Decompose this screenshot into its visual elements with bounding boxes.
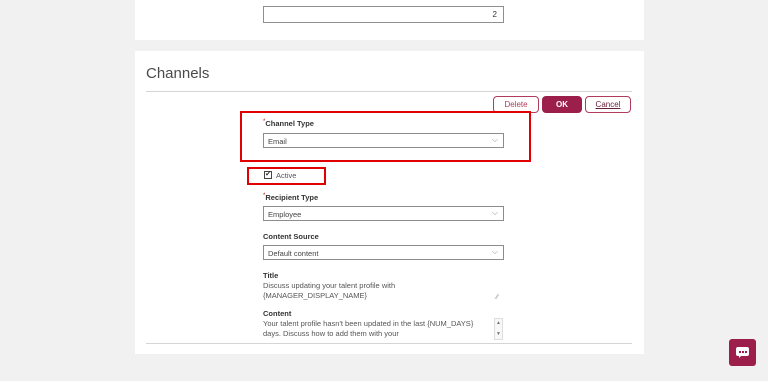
recipient-type-value: Employee (268, 210, 302, 219)
content-source-label: Content Source (263, 232, 319, 241)
chevron-down-icon: ⌵ (491, 208, 498, 217)
ok-button[interactable]: OK (542, 96, 582, 113)
content-source-value: Default content (268, 249, 319, 258)
channel-type-highlight (240, 111, 531, 162)
active-highlight (247, 167, 326, 185)
section-title: Channels (146, 65, 210, 82)
recipient-type-select[interactable]: Employee ⌵ (263, 206, 504, 221)
content-label: Content (263, 309, 292, 318)
section-bottom-divider (146, 343, 632, 344)
content-source-select[interactable]: Default content ⌵ (263, 245, 504, 260)
recipient-type-label: *Recipient Type (263, 193, 318, 202)
content-scrollbar[interactable]: ▲ ▼ (494, 318, 503, 340)
recipient-type-label-text: Recipient Type (265, 193, 319, 202)
title-label: Title (263, 271, 279, 280)
cancel-button[interactable]: Cancel (585, 96, 631, 113)
content-textarea[interactable]: Your talent profile hasn't been updated … (263, 319, 485, 339)
chevron-down-icon: ⌵ (491, 247, 498, 256)
title-textarea[interactable]: Discuss updating your talent profile wit… (263, 281, 463, 301)
scroll-down-icon[interactable]: ▼ (496, 331, 501, 337)
chat-button[interactable] (729, 339, 756, 366)
chat-icon (736, 347, 749, 358)
section-divider (146, 91, 632, 92)
resize-handle-icon[interactable]: ∕∕ (496, 294, 498, 301)
quantity-field[interactable]: 2 (263, 6, 504, 23)
scroll-up-icon[interactable]: ▲ (496, 320, 501, 326)
